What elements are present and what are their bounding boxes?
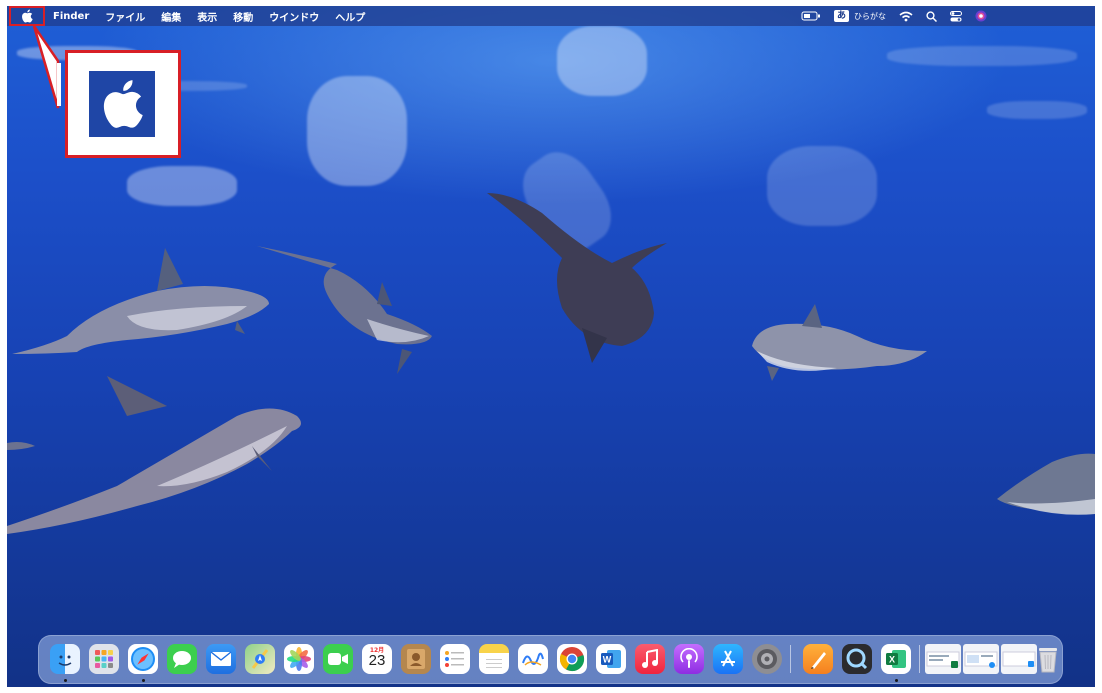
running-indicator	[64, 679, 67, 682]
menu-go[interactable]: 移動	[225, 9, 261, 24]
running-indicator	[142, 679, 145, 682]
notes-icon[interactable]	[479, 644, 509, 674]
water-reflection	[557, 26, 647, 96]
dolphin-image	[7, 442, 35, 450]
app-store-icon[interactable]	[713, 644, 743, 674]
running-indicator	[895, 679, 898, 682]
dolphin-image	[487, 193, 667, 363]
siri-icon[interactable]	[975, 10, 987, 22]
input-method-menu[interactable]: あ ひらがな	[833, 10, 886, 22]
dolphin-image	[12, 248, 269, 354]
mail-icon[interactable]	[206, 644, 236, 674]
word-icon[interactable]: W	[596, 644, 626, 674]
water-reflection	[767, 146, 877, 226]
desktop: Finder ファイル 編集 表示 移動 ウインドウ ヘルプ あ ひらがな 12…	[7, 6, 1095, 687]
dolphin-image	[997, 453, 1095, 515]
chrome-icon[interactable]	[557, 644, 587, 674]
safari-icon[interactable]	[128, 644, 158, 674]
pages-icon[interactable]	[803, 644, 833, 674]
window-thumbnail-icon[interactable]	[1001, 644, 1037, 674]
callout-zoom	[89, 71, 155, 137]
quicktime-icon[interactable]	[842, 644, 872, 674]
excel-icon[interactable]: X	[881, 644, 911, 674]
menu-bar-left: Finder ファイル 編集 表示 移動 ウインドウ ヘルプ	[7, 6, 373, 26]
facetime-icon[interactable]	[323, 644, 353, 674]
input-method-label: ひらがな	[854, 11, 886, 21]
contacts-icon[interactable]	[401, 644, 431, 674]
apple-logo-icon	[103, 80, 143, 128]
window-thumbnail-icon[interactable]	[963, 644, 999, 674]
menu-file[interactable]: ファイル	[97, 9, 153, 24]
menu-bar-status: あ ひらがな	[801, 6, 987, 26]
system-settings-icon[interactable]	[752, 644, 782, 674]
reminders-icon[interactable]	[440, 644, 470, 674]
menu-window[interactable]: ウインドウ	[261, 9, 327, 24]
maps-icon[interactable]	[245, 644, 275, 674]
dolphin-image	[752, 304, 927, 381]
window-thumbnail-icon[interactable]	[925, 644, 961, 674]
dolphin-image	[7, 376, 301, 534]
control-center-icon[interactable]	[950, 10, 962, 22]
menu-finder[interactable]: Finder	[45, 11, 97, 22]
battery-icon[interactable]	[801, 11, 821, 21]
water-reflection	[987, 101, 1087, 119]
launchpad-icon[interactable]	[89, 644, 119, 674]
water-reflection	[307, 76, 407, 186]
menu-view[interactable]: 表示	[189, 9, 225, 24]
calendar-icon[interactable]: 12月 23	[362, 644, 392, 674]
menu-bar: Finder ファイル 編集 表示 移動 ウインドウ ヘルプ あ ひらがな	[7, 6, 1095, 26]
dolphin-image	[257, 246, 432, 374]
podcasts-icon[interactable]	[674, 644, 704, 674]
spotlight-search-icon[interactable]	[926, 10, 937, 22]
dock: 12月 23 W X	[38, 635, 1063, 684]
dock-separator	[790, 645, 791, 673]
messages-icon[interactable]	[167, 644, 197, 674]
calendar-day: 23	[368, 652, 386, 669]
menu-help[interactable]: ヘルプ	[327, 9, 373, 24]
svg-text:W: W	[603, 655, 612, 665]
apple-menu-button[interactable]	[9, 6, 45, 26]
photos-icon[interactable]	[284, 644, 314, 674]
trash-icon[interactable]	[1033, 644, 1063, 674]
finder-icon[interactable]	[50, 644, 80, 674]
input-method-badge: あ	[833, 10, 849, 22]
svg-text:X: X	[889, 655, 895, 665]
apple-logo-icon	[22, 9, 33, 23]
water-reflection	[887, 46, 1077, 66]
freeform-icon[interactable]	[518, 644, 548, 674]
music-icon[interactable]	[635, 644, 665, 674]
water-reflection	[127, 166, 237, 206]
apple-menu-callout	[65, 50, 181, 158]
wifi-icon[interactable]	[899, 11, 913, 22]
menu-edit[interactable]: 編集	[153, 9, 189, 24]
dock-separator	[919, 645, 920, 673]
